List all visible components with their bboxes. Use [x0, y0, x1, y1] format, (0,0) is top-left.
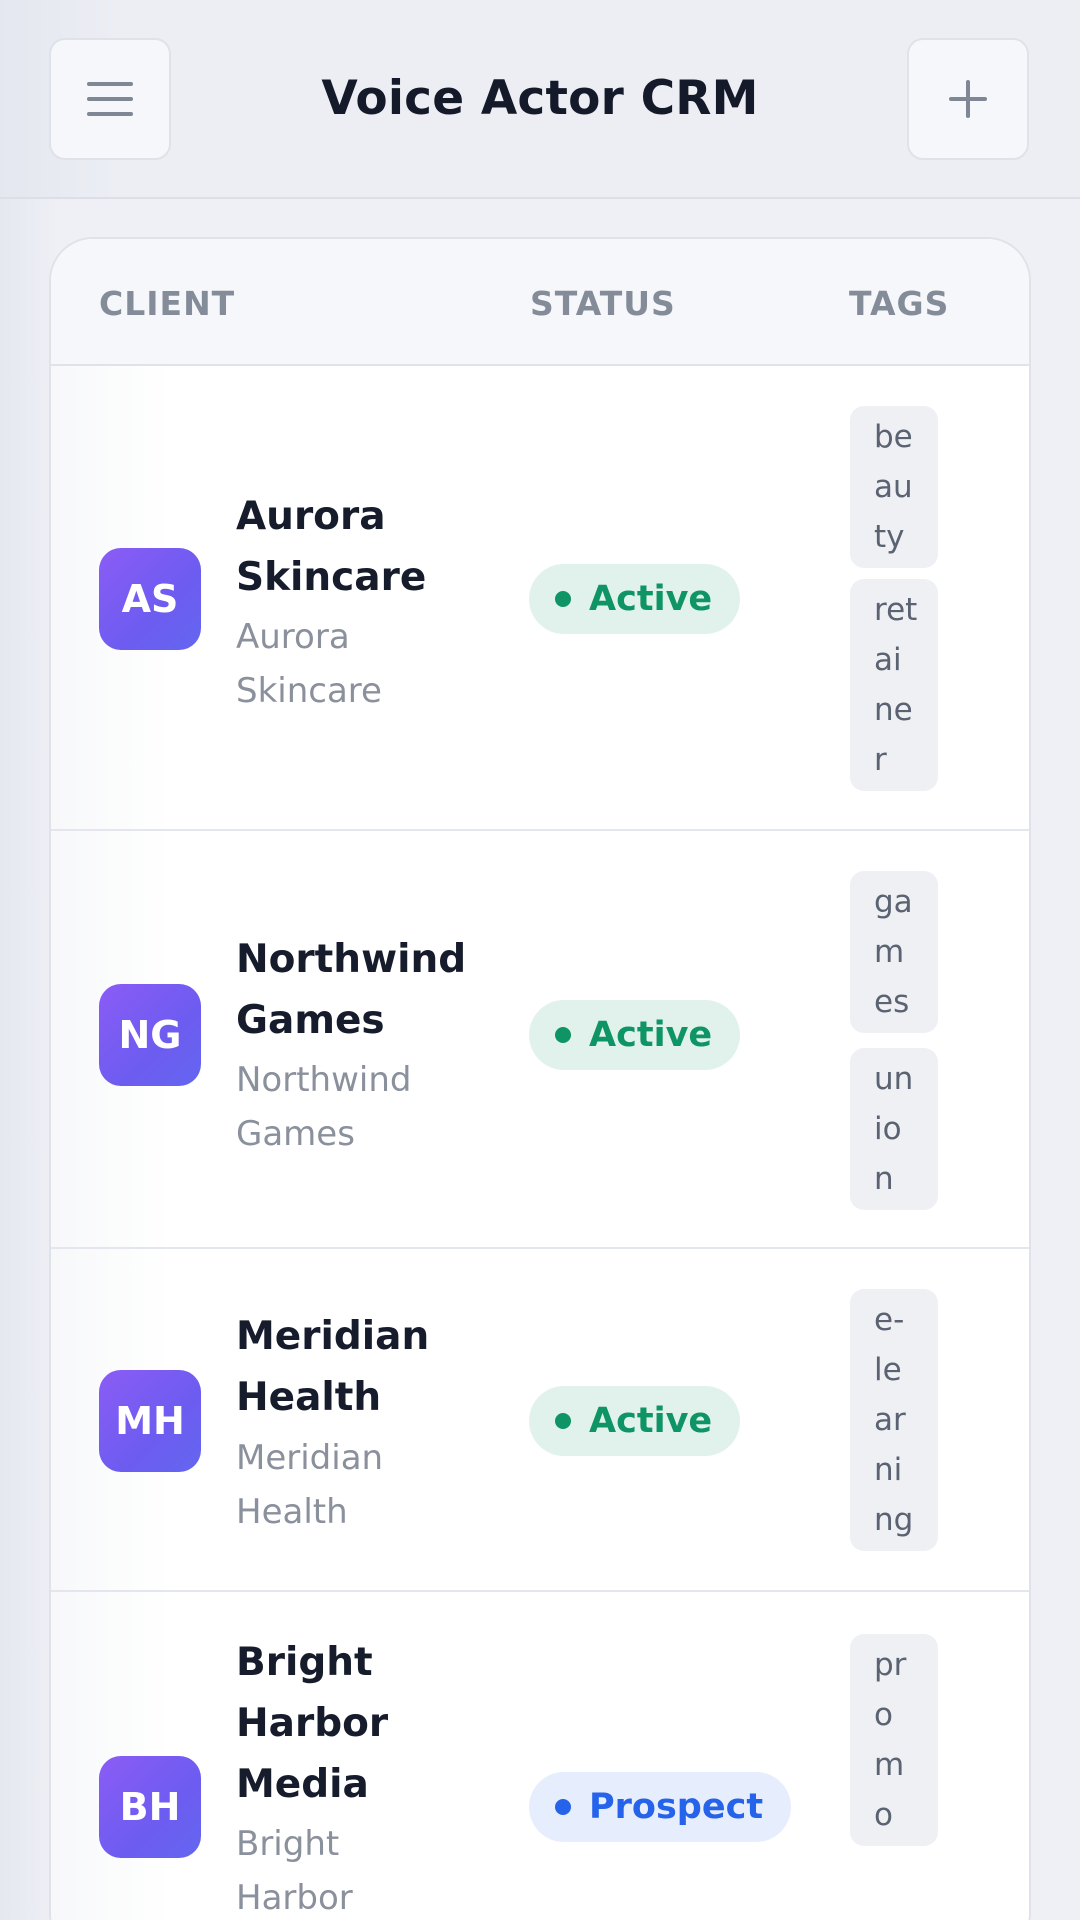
status-label: Active — [589, 1015, 713, 1055]
client-company: Aurora Skincare — [236, 610, 476, 718]
tag-text: r — [874, 742, 887, 778]
tag-chip[interactable]: be au ty — [850, 406, 938, 568]
column-header-client[interactable]: CLIENT — [99, 284, 235, 324]
client-name-line: Harbor — [236, 1701, 389, 1746]
status-dot-icon — [555, 1027, 571, 1043]
client-company-line: Health — [236, 1492, 348, 1532]
status-badge: Active — [529, 1000, 741, 1070]
column-header-status[interactable]: STATUS — [530, 284, 676, 324]
avatar: AS — [99, 548, 201, 650]
tag-chip[interactable]: ret ai ne r — [850, 579, 938, 791]
tag-text: ng — [874, 1502, 914, 1538]
status-label: Prospect — [589, 1787, 764, 1827]
client-company-line: Games — [236, 1114, 355, 1154]
status-label: Active — [589, 1401, 713, 1441]
table-header: CLIENT STATUS TAGS — [51, 239, 1029, 366]
tag-text: o — [874, 1797, 893, 1833]
tag-chip[interactable]: un io n — [850, 1048, 938, 1210]
app-header: Voice Actor CRM — [0, 0, 1080, 199]
table-row[interactable]: BH Bright Harbor Media Bright Harbor Pro… — [51, 1592, 1029, 1920]
client-name-line: Games — [236, 998, 385, 1043]
client-company: Northwind Games — [236, 1053, 476, 1161]
tag-text: e- — [874, 1302, 905, 1338]
client-company-line: Bright — [236, 1824, 340, 1864]
tag-text: es — [874, 984, 910, 1020]
status-dot-icon — [555, 1799, 571, 1815]
client-name-line: Aurora — [236, 494, 386, 539]
tag-text: n — [874, 1161, 894, 1197]
avatar: NG — [99, 984, 201, 1086]
client-company-line: Skincare — [236, 671, 382, 711]
tag-text: m — [874, 934, 905, 970]
tag-text: un — [874, 1061, 914, 1097]
client-name[interactable]: Northwind Games — [236, 929, 476, 1051]
menu-icon — [87, 82, 133, 116]
client-company-line: Northwind — [236, 1060, 412, 1100]
client-name-line: Media — [236, 1762, 369, 1807]
tag-text: ai — [874, 642, 902, 678]
tag-text: o — [874, 1697, 893, 1733]
clients-table: CLIENT STATUS TAGS AS Aurora Skincare Au… — [49, 237, 1031, 1920]
tag-text: ni — [874, 1452, 903, 1488]
client-name-line: Northwind — [236, 937, 467, 982]
tag-text: m — [874, 1747, 905, 1783]
tag-text: pr — [874, 1647, 907, 1683]
client-name-line: Skincare — [236, 555, 427, 600]
tag-text: le — [874, 1352, 902, 1388]
table-row[interactable]: NG Northwind Games Northwind Games Activ… — [51, 831, 1029, 1249]
avatar: BH — [99, 1756, 201, 1858]
tag-text: io — [874, 1111, 902, 1147]
status-badge: Prospect — [529, 1772, 792, 1842]
tag-chip[interactable]: ga m es — [850, 871, 938, 1033]
tag-text: ret — [874, 592, 918, 628]
client-company-line: Meridian — [236, 1438, 384, 1478]
client-company: Bright Harbor — [236, 1817, 476, 1920]
table-row[interactable]: MH Meridian Health Meridian Health Activ… — [51, 1249, 1029, 1592]
tag-text: ne — [874, 692, 913, 728]
client-company-line: Harbor — [236, 1878, 353, 1918]
status-label: Active — [589, 579, 713, 619]
client-name-line: Meridian — [236, 1314, 430, 1359]
tag-chip[interactable]: pr o m o — [850, 1634, 938, 1846]
status-dot-icon — [555, 1413, 571, 1429]
tag-text: ty — [874, 519, 905, 555]
menu-button[interactable] — [49, 38, 171, 160]
status-badge: Active — [529, 1386, 741, 1456]
avatar: MH — [99, 1370, 201, 1472]
status-dot-icon — [555, 591, 571, 607]
tag-text: ar — [874, 1402, 906, 1438]
tag-text: be — [874, 419, 913, 455]
client-name-line: Bright — [236, 1640, 373, 1685]
app-root: Voice Actor CRM CLIENT STATUS TAGS AS Au… — [0, 0, 1080, 1920]
client-company: Meridian Health — [236, 1431, 476, 1539]
tag-text: au — [874, 469, 913, 505]
client-name[interactable]: Aurora Skincare — [236, 486, 476, 608]
plus-icon — [949, 80, 987, 118]
client-name[interactable]: Meridian Health — [236, 1306, 476, 1428]
add-client-button[interactable] — [907, 38, 1029, 160]
client-name-line: Health — [236, 1375, 382, 1420]
tag-text: ga — [874, 884, 913, 920]
client-company-line: Aurora — [236, 617, 350, 657]
column-header-tags[interactable]: TAGS — [849, 284, 949, 324]
tag-chip[interactable]: e- le ar ni ng — [850, 1289, 938, 1551]
page-title: Voice Actor CRM — [321, 71, 759, 126]
status-badge: Active — [529, 564, 741, 634]
table-row[interactable]: AS Aurora Skincare Aurora Skincare Activ… — [51, 366, 1029, 831]
client-name[interactable]: Bright Harbor Media — [236, 1632, 476, 1815]
